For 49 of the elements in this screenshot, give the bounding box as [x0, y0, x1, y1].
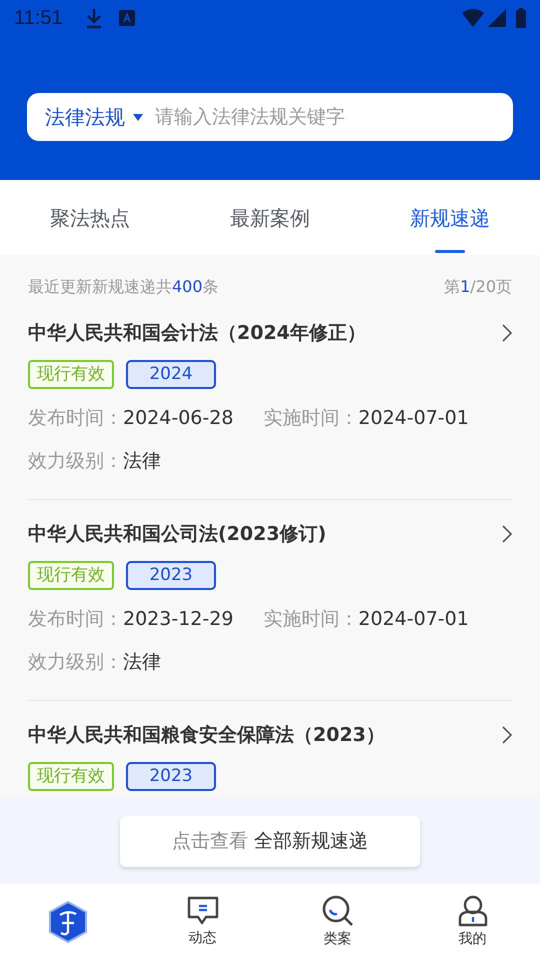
battery-icon: [516, 8, 526, 28]
summary-text: 最近更新新规速递共400条: [28, 276, 219, 298]
field-label: 效力级别：: [28, 650, 123, 675]
chevron-right-icon[interactable]: [502, 726, 512, 744]
field-label: 发布时间：: [28, 406, 123, 431]
year-tag: 2024: [126, 360, 216, 389]
field-value: 2023-12-29: [123, 607, 234, 632]
search-field[interactable]: 法律法规 请输入法律法规关键字: [27, 93, 513, 141]
chevron-right-icon[interactable]: [502, 324, 512, 342]
field-value: 法律: [123, 650, 161, 675]
field-value: 法律: [123, 449, 161, 474]
tab[interactable]: 新规速递: [360, 180, 540, 255]
nav-item[interactable]: 动态: [135, 884, 270, 960]
tab[interactable]: 聚法热点: [0, 180, 180, 255]
logo-icon: [48, 900, 88, 944]
law-title[interactable]: 中华人民共和国会计法（2024年修正）: [28, 319, 366, 348]
scope-dropdown[interactable]: 法律法规: [45, 102, 143, 132]
field-label: 实施时间：: [263, 406, 358, 431]
nav-item[interactable]: 类案: [270, 884, 405, 960]
caret-icon: [133, 114, 143, 120]
search-icon: [320, 894, 354, 926]
chat-icon: [186, 896, 218, 926]
year-tag: 2023: [126, 762, 216, 791]
field-label: 实施时间：: [263, 607, 358, 632]
status-time: 11:51: [14, 6, 63, 31]
law-title[interactable]: 中华人民共和国粮食安全保障法（2023）: [28, 721, 385, 750]
status-tag: 现行有效: [28, 560, 114, 590]
year-tag: 2023: [126, 560, 216, 590]
signal-icon: [488, 9, 506, 27]
status-tag: 现行有效: [28, 762, 114, 791]
chevron-right-icon[interactable]: [502, 525, 512, 544]
page-indicator: 第1/20页: [444, 276, 512, 298]
status-tag: 现行有效: [28, 360, 114, 389]
tab[interactable]: 最新案例: [180, 180, 360, 255]
wifi-icon: [462, 9, 484, 27]
profile-icon: [456, 894, 488, 926]
field-label: 效力级别：: [28, 449, 123, 474]
nav-item[interactable]: 我的: [405, 884, 540, 960]
keyboard-icon: [118, 10, 135, 26]
field-value: 2024-07-01: [358, 406, 469, 431]
law-title[interactable]: 中华人民共和国公司法(2023修订): [28, 520, 326, 548]
view-all-button[interactable]: 点击查看 全部新规速递: [120, 816, 420, 866]
field-value: 2024-07-01: [358, 607, 469, 632]
field-value: 2024-06-28: [123, 406, 234, 431]
nav-label: 我的: [458, 930, 486, 948]
nav-label: 动态: [188, 928, 216, 948]
field-label: 发布时间：: [28, 607, 123, 632]
download-icon: [84, 7, 103, 29]
nav-label: 类案: [324, 930, 352, 948]
